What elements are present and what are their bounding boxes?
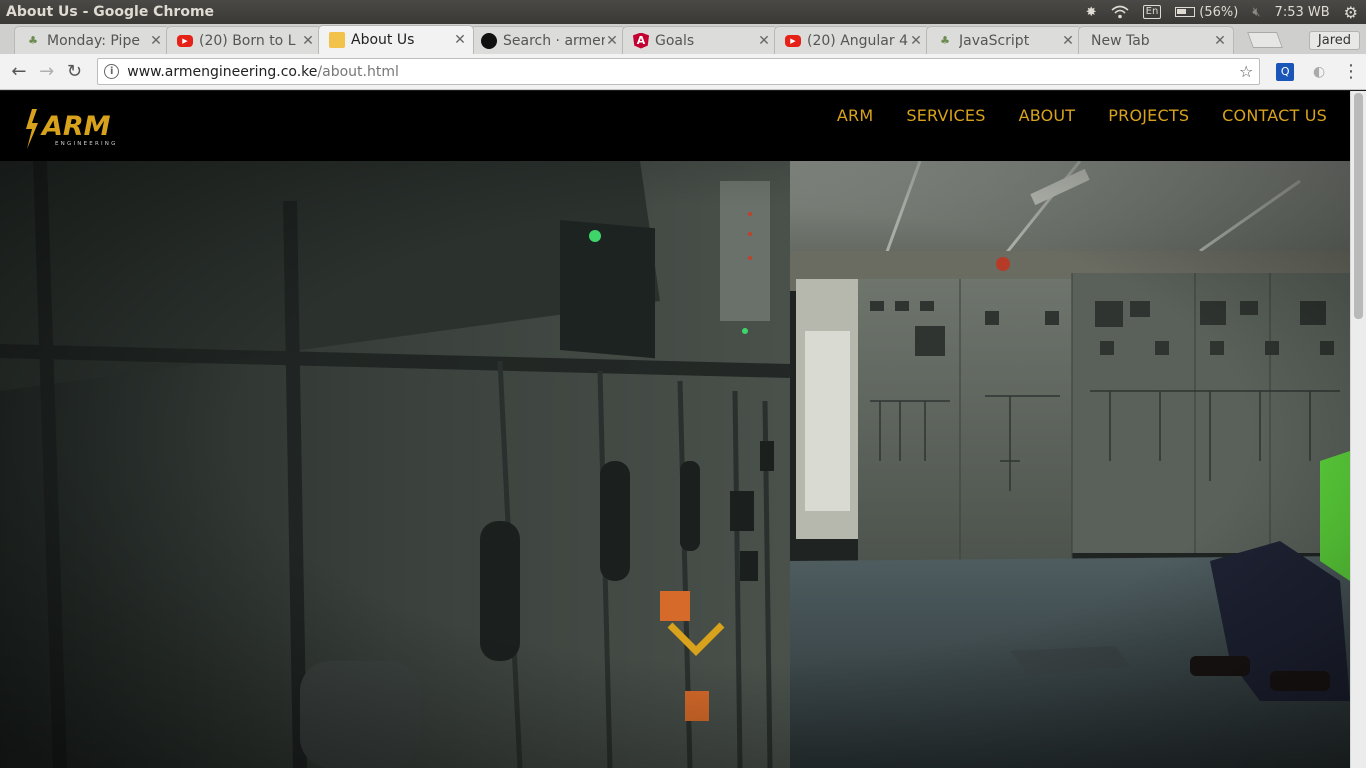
- tab-strip: ♣ Monday: Pipe ✕ ▶ (20) Born to L ✕ Abou…: [0, 24, 1366, 54]
- site-header: ARM ENGINEERING ARM SERVICES ABOUT PROJE…: [0, 91, 1350, 161]
- info-icon[interactable]: i: [104, 64, 120, 79]
- close-icon[interactable]: ✕: [1061, 33, 1075, 49]
- clock[interactable]: 7:53 WB: [1275, 5, 1330, 20]
- youtube-icon: ▶: [785, 34, 801, 47]
- nav-arm[interactable]: ARM: [837, 106, 873, 125]
- logo-subtext: ENGINEERING: [55, 141, 118, 147]
- scroll-down-chevron-icon[interactable]: [666, 621, 726, 657]
- nav-projects[interactable]: PROJECTS: [1108, 106, 1189, 125]
- tab-label: Search · armen: [503, 32, 605, 49]
- tab-about-us[interactable]: About Us ✕: [318, 25, 474, 54]
- web-page: ARM ENGINEERING ARM SERVICES ABOUT PROJE…: [0, 91, 1350, 768]
- angular-icon: A: [633, 32, 649, 49]
- back-arrow-icon[interactable]: ←: [6, 59, 32, 85]
- tab-github-search[interactable]: Search · armen ✕: [470, 26, 626, 54]
- settings-cog-icon[interactable]: ✸: [1086, 5, 1097, 20]
- volume-muted-icon[interactable]: 🔇︎: [1252, 5, 1260, 20]
- tab-angular[interactable]: ▶ (20) Angular 4 ✕: [774, 26, 930, 54]
- battery-indicator[interactable]: (56%): [1175, 5, 1238, 20]
- tab-label: JavaScript: [959, 32, 1030, 49]
- tab-label: About Us: [351, 32, 415, 48]
- close-icon[interactable]: ✕: [757, 33, 771, 49]
- window-title: About Us - Google Chrome: [6, 4, 215, 20]
- tab-monday[interactable]: ♣ Monday: Pipe ✕: [14, 26, 170, 54]
- tab-label: New Tab: [1091, 32, 1150, 49]
- reload-icon[interactable]: ↻: [62, 59, 88, 85]
- address-bar[interactable]: i www.armengineering.co.ke/about.html ☆: [97, 58, 1261, 85]
- scrollbar-thumb[interactable]: [1354, 93, 1363, 319]
- close-icon[interactable]: ✕: [605, 33, 619, 49]
- keyboard-layout-indicator[interactable]: En: [1142, 5, 1162, 19]
- nav-services[interactable]: SERVICES: [906, 106, 985, 125]
- tree-icon: ♣: [28, 34, 38, 47]
- battery-percent: (56%): [1199, 4, 1239, 20]
- battery-icon: [1175, 7, 1196, 17]
- chrome-menu-icon[interactable]: ⋮: [1342, 61, 1360, 82]
- profile-button[interactable]: Jared: [1308, 31, 1360, 50]
- tree-icon: ♣: [940, 34, 950, 47]
- tab-label: (20) Angular 4: [807, 32, 908, 49]
- main-navigation: ARM SERVICES ABOUT PROJECTS CONTACT US: [837, 106, 1327, 125]
- tab-label: Goals: [655, 32, 695, 49]
- tab-label: Monday: Pipe: [47, 32, 140, 49]
- browser-toolbar: ← → ↻ i www.armengineering.co.ke/about.h…: [0, 54, 1366, 90]
- tab-born-to[interactable]: ▶ (20) Born to L ✕: [166, 26, 322, 54]
- switchgear-room-photo: [0, 161, 1350, 768]
- github-icon: [481, 32, 497, 49]
- arm-icon: [329, 32, 345, 48]
- tab-new-tab[interactable]: New Tab ✕: [1078, 26, 1234, 54]
- url-host: www.armengineering.co.ke: [127, 63, 318, 80]
- os-top-panel: About Us - Google Chrome ✸ En (56%) 🔇︎ 7…: [0, 0, 1366, 24]
- tab-label: (20) Born to L: [199, 32, 296, 49]
- youtube-icon: ▶: [177, 34, 193, 47]
- extension-search-icon[interactable]: Q: [1276, 62, 1295, 81]
- logo-text: ARM: [40, 111, 111, 142]
- close-icon[interactable]: ✕: [301, 33, 315, 49]
- bookmark-star-icon[interactable]: ☆: [1239, 62, 1253, 81]
- tab-goals[interactable]: A Goals ✕: [622, 26, 778, 54]
- close-icon[interactable]: ✕: [909, 33, 923, 49]
- system-indicators: ✸ En (56%) 🔇︎ 7:53 WB ⚙: [1086, 3, 1366, 22]
- close-icon[interactable]: ✕: [1213, 33, 1227, 49]
- url-path: /about.html: [317, 63, 399, 80]
- nav-contact-us[interactable]: CONTACT US: [1222, 106, 1327, 125]
- forward-arrow-icon[interactable]: →: [34, 59, 60, 85]
- arm-logo[interactable]: ARM ENGINEERING: [22, 107, 132, 151]
- close-icon[interactable]: ✕: [453, 32, 467, 48]
- hero-image: [0, 161, 1350, 768]
- nav-about[interactable]: ABOUT: [1019, 106, 1076, 125]
- new-tab-button[interactable]: [1247, 32, 1283, 48]
- close-icon[interactable]: ✕: [149, 33, 163, 49]
- extension-disabled-icon[interactable]: ◐: [1310, 63, 1328, 81]
- wifi-icon[interactable]: [1111, 5, 1129, 19]
- tab-javascript[interactable]: ♣ JavaScript ✕: [926, 26, 1082, 54]
- page-scrollbar[interactable]: [1350, 91, 1366, 768]
- power-gear-icon[interactable]: ⚙: [1344, 3, 1358, 22]
